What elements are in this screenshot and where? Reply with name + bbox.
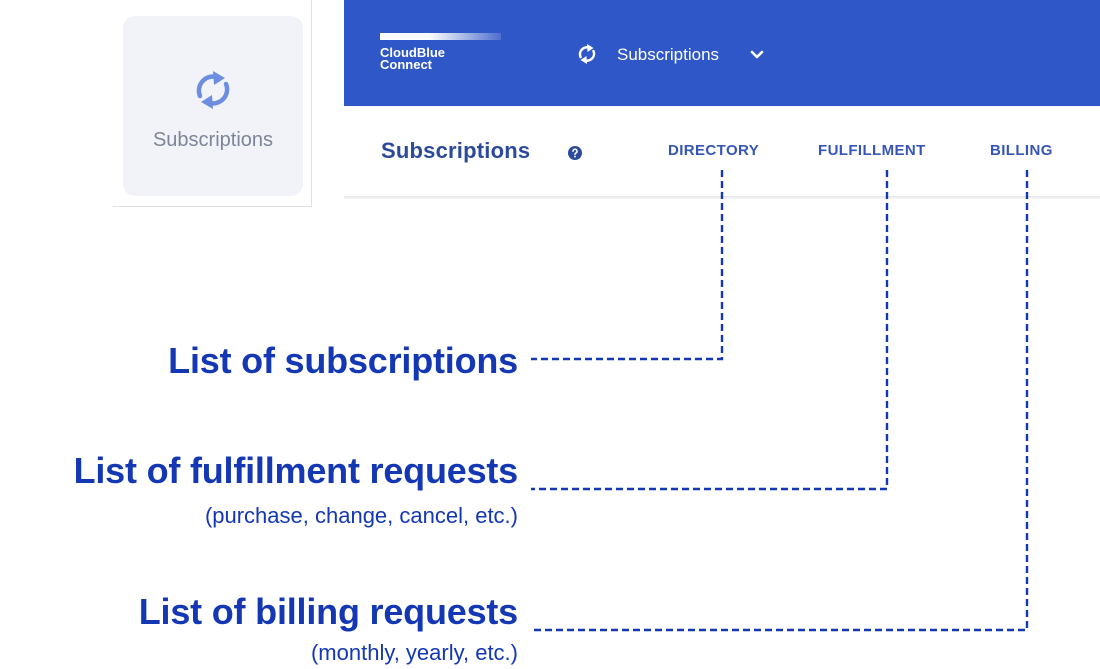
annotation-billing-subtitle: (monthly, yearly, etc.) bbox=[310, 640, 518, 665]
subscriptions-module-card[interactable]: Subscriptions bbox=[123, 16, 303, 196]
module-card-label: Subscriptions bbox=[152, 129, 274, 151]
subheader-divider bbox=[344, 196, 1100, 199]
annotation-fulfillment-title: List of fulfillment requests bbox=[73, 450, 519, 491]
tab-fulfillment[interactable]: FULFILLMENT bbox=[818, 142, 926, 159]
sync-icon bbox=[578, 44, 596, 64]
app-top-bar: CloudBlue Connect Subscriptions bbox=[344, 0, 1100, 106]
module-switcher-label[interactable]: Subscriptions bbox=[617, 45, 719, 65]
leader-fulfillment bbox=[531, 170, 889, 491]
tab-directory[interactable]: DIRECTORY bbox=[668, 142, 759, 159]
chevron-down-icon[interactable] bbox=[750, 50, 764, 60]
annotation-billing-title: List of billing requests bbox=[138, 591, 518, 632]
logo-stripe bbox=[380, 33, 501, 40]
annotation-fulfillment-subtitle: (purchase, change, cancel, etc.) bbox=[204, 503, 518, 528]
sync-icon bbox=[196, 71, 230, 109]
leader-billing bbox=[531, 170, 1029, 632]
help-circle-icon[interactable] bbox=[568, 146, 582, 160]
logo-line-2: Connect bbox=[380, 57, 432, 72]
tab-billing[interactable]: BILLING bbox=[990, 142, 1053, 159]
page-title: Subscriptions bbox=[381, 138, 531, 163]
cloudblue-connect-logo[interactable]: CloudBlue Connect bbox=[380, 46, 445, 72]
annotation-subscriptions-title: List of subscriptions bbox=[168, 340, 518, 381]
